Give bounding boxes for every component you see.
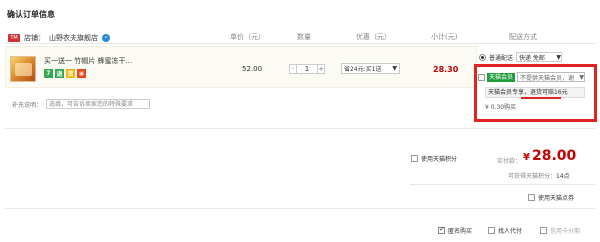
anonymous-checkbox[interactable]	[438, 225, 445, 234]
pay-amount: ¥28.00	[523, 148, 576, 164]
chevron-down-icon: ▼	[579, 73, 585, 81]
remark-row: 补充说明： 选填，可告诉卖家您的特殊要求	[12, 99, 151, 109]
item-subtotal: 28.30	[433, 65, 459, 74]
product-title-link[interactable]: 买一送一 竹帽片 蜂蜜冻干...	[44, 56, 132, 66]
pay-total: 28.00	[531, 148, 577, 164]
shipping-option-label: 普通配送	[489, 54, 514, 62]
anonymous-option: 匿名购买	[438, 225, 473, 235]
discount-select[interactable]: 省24元:买1送 ▼	[341, 63, 400, 74]
return-badge[interactable]: 退	[55, 69, 64, 78]
tmall-member-buy-price: ¥ 0.30购买	[485, 104, 517, 111]
shipping-select[interactable]: 快递 免邮 ▼	[516, 52, 563, 62]
tmall-member-select[interactable]: 不提供天猫会员，谢 ▼	[517, 72, 586, 82]
credit-card-label: 信用卡分期	[550, 228, 581, 235]
currency-symbol: ¥	[523, 152, 530, 163]
credit-card-checkbox[interactable]	[540, 227, 547, 234]
col-shipping: 配送方式	[509, 33, 537, 41]
goods-badge[interactable]: 货	[66, 69, 75, 78]
discount-value: 省24元:买1送	[344, 66, 382, 73]
page-title: 确认订单信息	[7, 10, 55, 19]
col-price: 单价（元）	[230, 33, 265, 41]
tmall-member-row: 天猫会员 不提供天猫会员，谢 ▼	[478, 72, 586, 82]
red-underline-mark	[521, 97, 561, 99]
coupon-row: 使用天猫点券	[528, 193, 574, 202]
use-coupon-checkbox[interactable]	[528, 194, 535, 201]
shop-row: TM 店铺： 山野农夫旗舰店 •	[8, 32, 110, 44]
use-points-checkbox[interactable]	[411, 155, 418, 162]
shipping-row: 普通配送 快递 免邮 ▼	[479, 52, 563, 62]
service-badges: 7 退 货 ▣	[44, 69, 86, 78]
chevron-down-icon: ▼	[556, 53, 562, 61]
use-points-label: 使用天猫积分	[421, 156, 458, 163]
wangwang-icon[interactable]: •	[102, 34, 110, 42]
col-subtotal: 小计(元)	[431, 33, 458, 41]
qty-input[interactable]: 1	[297, 64, 317, 74]
unit-price: 52.00	[242, 65, 263, 73]
earn-points: 可获得天猫积分：14点	[508, 171, 570, 180]
order-item-box	[5, 46, 477, 88]
section-divider	[5, 128, 595, 129]
card-badge[interactable]: ▣	[77, 69, 86, 78]
shipping-radio[interactable]	[479, 53, 486, 61]
quantity-stepper[interactable]: - 1 +	[289, 64, 325, 74]
proxy-pay-label: 找人代付	[498, 228, 523, 235]
col-qty: 数量	[297, 33, 311, 41]
shop-name-link[interactable]: 山野农夫旗舰店	[49, 33, 98, 43]
tmall-member-tag: 天猫会员	[487, 72, 516, 82]
points-row: 使用天猫积分	[411, 154, 457, 163]
pay-label: 实付款：	[497, 158, 522, 165]
proxy-pay-checkbox[interactable]	[488, 227, 495, 234]
chevron-down-icon: ▼	[392, 65, 397, 72]
remark-input[interactable]: 选填，可告诉卖家您的特殊要求	[46, 99, 151, 109]
proxy-pay-option: 找人代付	[488, 226, 522, 235]
summary-divider	[410, 184, 595, 185]
use-coupon-label: 使用天猫点券	[538, 195, 575, 202]
tmall-member-select-value: 不提供天猫会员，谢	[520, 74, 575, 82]
qty-minus-button[interactable]: -	[289, 64, 297, 74]
qty-plus-button[interactable]: +	[317, 64, 325, 74]
tmall-icon: TM	[8, 34, 20, 42]
anonymous-label: 匿名购买	[448, 228, 473, 235]
product-thumbnail[interactable]	[10, 56, 36, 82]
earn-label: 可获得天猫积分：	[508, 173, 557, 180]
remark-label: 补充说明：	[12, 101, 43, 109]
shop-label: 店铺：	[24, 34, 45, 42]
earn-value: 14点	[556, 173, 570, 180]
shipping-select-value: 快递 免邮	[519, 54, 545, 62]
credit-card-option: 信用卡分期	[540, 226, 580, 235]
tmall-member-checkbox[interactable]	[478, 73, 485, 81]
footer-divider	[5, 208, 595, 209]
seven-day-return-badge[interactable]: 7	[44, 69, 53, 78]
col-discount: 优惠（元）	[356, 33, 391, 41]
